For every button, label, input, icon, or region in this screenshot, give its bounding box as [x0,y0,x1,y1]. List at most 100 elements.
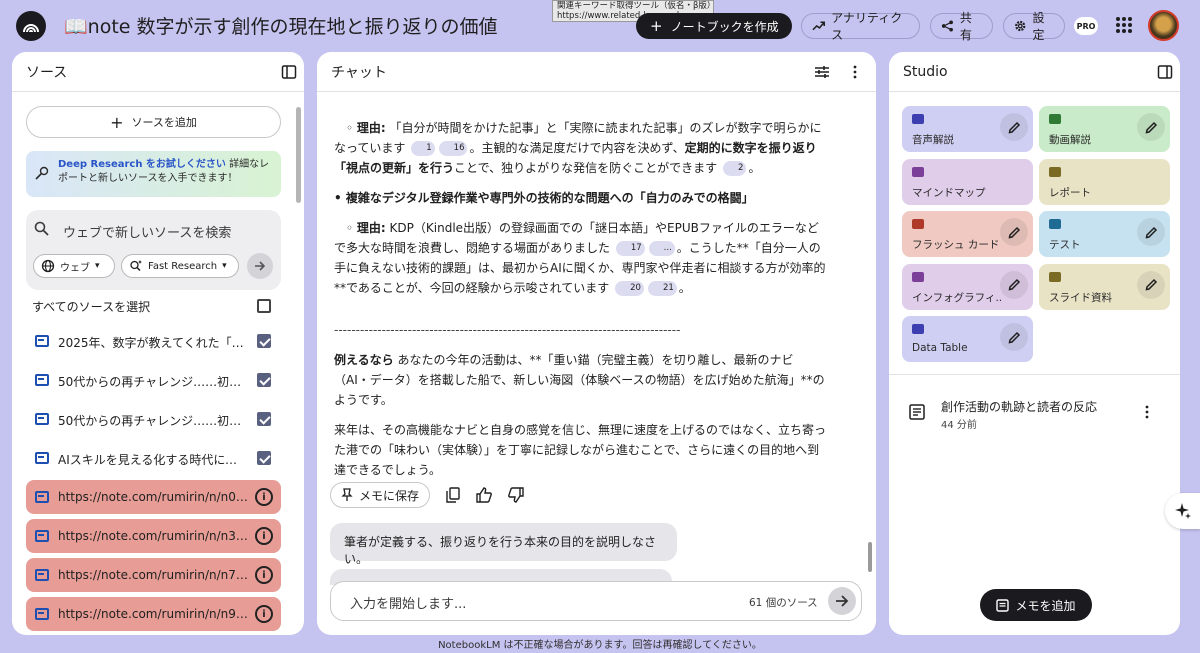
source-checkbox[interactable] [257,334,271,348]
studio-tile[interactable]: マインドマップ [902,158,1033,205]
plus-icon: + [650,17,663,35]
tune-icon[interactable] [814,64,830,80]
sources-scrollbar[interactable] [296,107,301,203]
chat-panel: チャット ◦ 理由: 「自分が時間をかけた記事」と「実際に読まれた記事」のズレが… [317,52,876,635]
studio-tile[interactable]: インフォグラフィ... [902,263,1033,310]
source-checkbox[interactable] [257,451,271,465]
web-dropdown[interactable]: ウェブ ▾ [33,254,115,278]
source-label: https://note.com/rumirin/n/n3e35c... [58,529,248,543]
citation-chip[interactable]: 1 [411,141,435,156]
copy-icon[interactable] [446,487,460,503]
avatar[interactable] [1148,10,1179,41]
edit-button[interactable] [1137,113,1165,141]
citation-chip[interactable]: 21 [647,281,677,296]
notebooklm-logo-icon[interactable] [16,11,46,41]
studio-tile-icon [912,219,924,229]
research-mode-dropdown[interactable]: Fast Research ▾ [121,254,239,278]
more-vert-icon[interactable] [1141,404,1153,420]
share-button[interactable]: 共有 [930,11,993,42]
select-all-label: すべてのソースを選択 [32,300,151,314]
source-item[interactable]: AIスキルを見える化する時代に、私... [26,441,281,475]
info-icon[interactable]: i [255,566,273,584]
studio-tile-icon [912,324,924,334]
bullet-circle-icon: ◦ [346,121,357,135]
source-checkbox[interactable] [257,373,271,387]
collapse-panel-icon[interactable] [1157,64,1173,80]
edit-button[interactable] [1137,270,1165,299]
info-icon[interactable]: i [255,488,273,506]
source-count: 61 個のソース [749,597,818,609]
save-to-memo-button[interactable]: メモに保存 [330,482,431,508]
create-notebook-button[interactable]: + ノートブックを作成 [636,13,792,39]
thumbs-down-icon[interactable] [508,487,524,503]
analytics-button[interactable]: アナリティクス [801,11,920,42]
note-item[interactable]: 創作活動の軌跡と読者の反応 44 分前 [909,396,1169,436]
studio-tile-icon [912,271,924,282]
bullet-dot-icon: • [334,191,346,205]
source-item[interactable]: 50代からの再チャレンジ……初めて... [26,363,281,397]
apps-grid-icon[interactable] [1116,17,1132,33]
chat-input[interactable]: 入力を開始します... [350,593,466,612]
trending-up-icon [812,21,825,31]
studio-tile[interactable]: フラッシュ カード [902,211,1033,257]
search-submit-button[interactable] [247,253,273,279]
edit-button[interactable] [1000,323,1028,351]
select-all-checkbox[interactable] [257,299,271,313]
studio-tile[interactable]: スライド資料 [1039,263,1170,310]
studio-tile[interactable]: 音声解説 [902,106,1033,152]
source-label: AIスキルを見える化する時代に、私... [58,453,248,467]
citation-chip[interactable]: 16 [438,141,468,156]
edit-button[interactable] [1000,113,1028,141]
search-input[interactable]: ウェブで新しいソースを検索 [63,222,231,241]
source-item[interactable]: 2025年、数字が教えてくれた「私... [26,324,281,358]
studio-tile[interactable]: 動画解説 [1039,106,1170,152]
deep-research-link[interactable]: Deep Research をお試しください [58,159,226,170]
web-chip-label: ウェブ [60,262,90,274]
citation-chip[interactable]: ... [648,241,675,256]
deep-research-banner[interactable]: Deep Research をお試しください 詳細なレポートと新しいソースを入手… [26,151,281,197]
source-item[interactable]: 50代からの再チャレンジ……初めて... [26,402,281,436]
source-item[interactable]: https://note.com/rumirin/n/n7beb5... i [26,558,281,592]
note-title: 創作活動の軌跡と読者の反応 [941,400,1098,414]
reason-text: ことで、独りよがりな発信を防ぐことができます [454,161,718,175]
source-label: https://note.com/rumirin/n/n9d83fa... [58,607,248,621]
source-checkbox[interactable] [257,412,271,426]
sparkle-icon [1174,503,1191,519]
reason-item-1: ◦ 理由: 「自分が時間をかけた記事」と「実際に読まれた記事」のズレが数字で明ら… [334,121,822,176]
citation-chip[interactable]: 2 [723,161,747,176]
create-notebook-label: ノートブックを作成 [670,19,779,34]
analytics-label: アナリティクス [831,11,903,42]
notebook-title[interactable]: 📖note 数字が示す創作の現在地と振り返りの価値 [64,12,498,39]
info-icon[interactable]: i [255,527,273,545]
edit-button[interactable] [1137,218,1165,246]
collapse-panel-icon[interactable] [281,64,297,80]
suggested-question[interactable]: 筆者が定義する、振り返りを行う本来の目的を説明しなさい。 [330,523,677,566]
edit-button[interactable] [1000,270,1028,299]
add-memo-button[interactable]: メモを追加 [980,589,1092,621]
settings-button[interactable]: 設定 [1003,11,1065,42]
chevron-down-icon: ▾ [95,261,100,271]
chat-scrollbar[interactable] [868,542,872,572]
message-actions: メモに保存 [330,482,524,508]
citation-chip[interactable]: 20 [615,281,644,296]
chat-input-box[interactable]: 入力を開始します... 61 個のソース [330,581,862,621]
add-source-label: ソースを追加 [131,116,197,129]
send-button[interactable] [828,587,856,615]
web-source-search[interactable]: ウェブで新しいソースを検索 ウェブ ▾ Fast Research ▾ [26,210,281,290]
source-item[interactable]: https://note.com/rumirin/n/n9d83fa... i [26,597,281,631]
more-vert-icon[interactable] [847,64,863,80]
source-item[interactable]: https://note.com/rumirin/n/n09c05... i [26,480,281,514]
document-icon [35,335,49,347]
edit-button[interactable] [1000,218,1028,246]
sparkle-assistant-button[interactable] [1165,493,1200,529]
citation-chip[interactable]: 17 [615,241,645,256]
source-label: 50代からの再チャレンジ……初めて... [58,375,248,389]
studio-tile[interactable]: レポート [1039,158,1170,205]
bullet-circle-icon: ◦ [346,221,357,235]
studio-tile[interactable]: Data Table [902,316,1033,362]
studio-tile[interactable]: テスト [1039,211,1170,257]
source-item[interactable]: https://note.com/rumirin/n/n3e35c... i [26,519,281,553]
thumbs-up-icon[interactable] [476,487,492,503]
info-icon[interactable]: i [255,605,273,623]
add-source-button[interactable]: + ソースを追加 [26,106,281,138]
